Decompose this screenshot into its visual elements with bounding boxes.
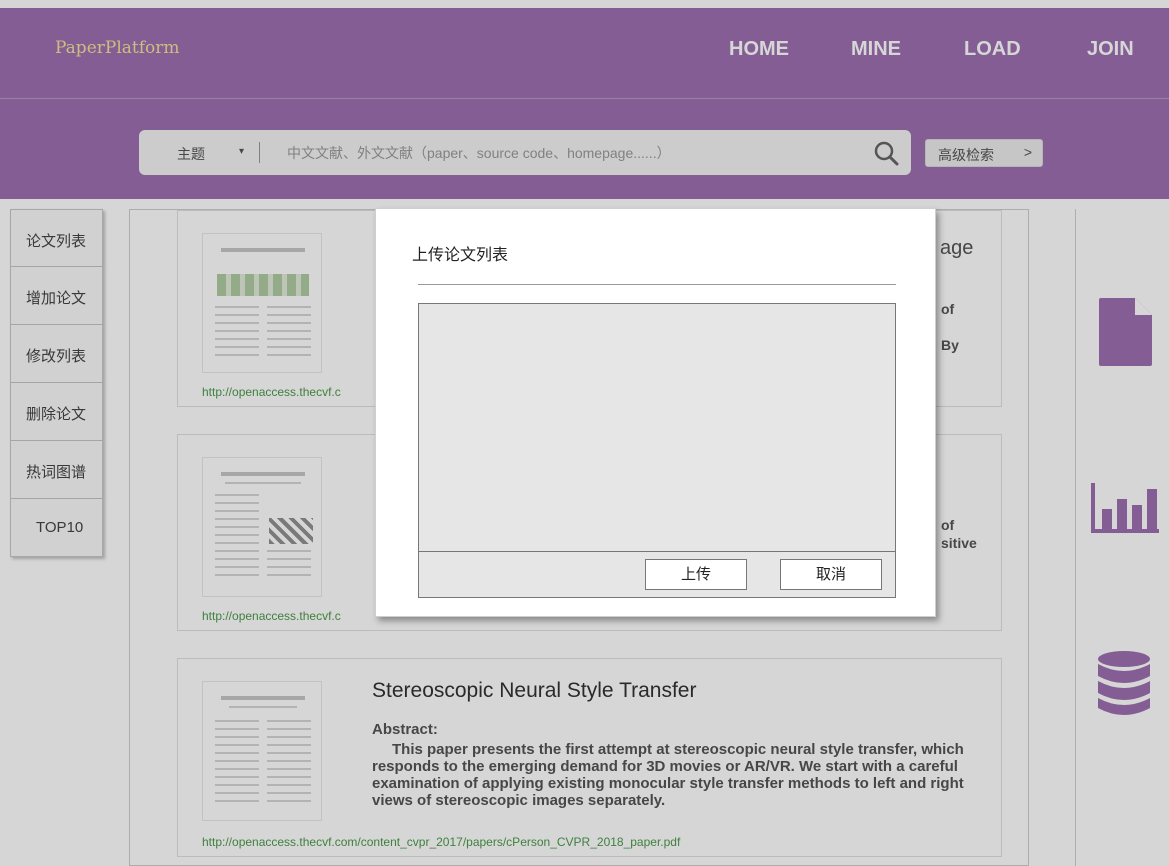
- upload-drop-area[interactable]: [418, 303, 896, 551]
- upload-dialog: 上传论文列表 上传 取消: [375, 208, 936, 617]
- dialog-divider: [418, 284, 896, 285]
- dialog-title: 上传论文列表: [412, 247, 509, 264]
- cancel-button[interactable]: 取消: [780, 559, 882, 590]
- upload-button[interactable]: 上传: [645, 559, 747, 590]
- dialog-footer: 上传 取消: [418, 551, 896, 598]
